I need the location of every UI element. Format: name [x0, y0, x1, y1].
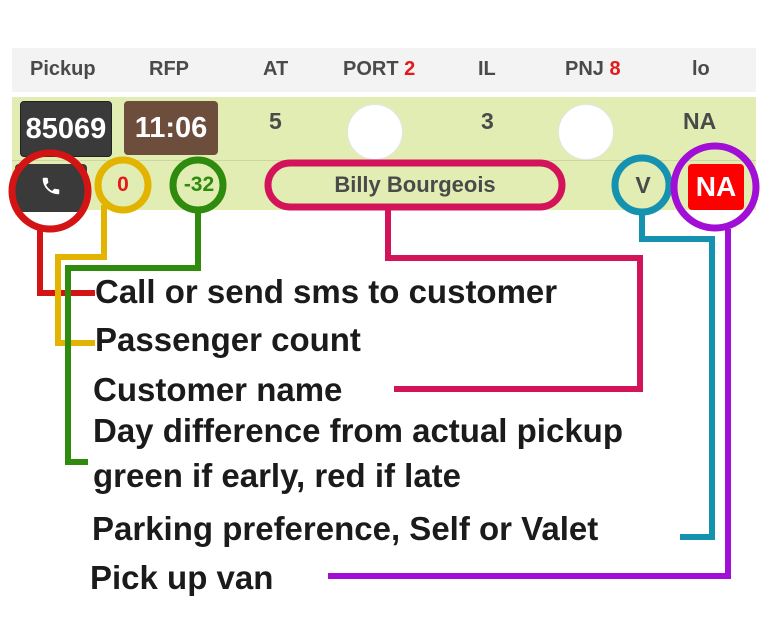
van-marker-circle: [670, 142, 760, 232]
parking-marker-circle: [611, 154, 673, 216]
parking-connector: [639, 212, 715, 540]
annotation-parking: Parking preference, Self or Valet: [92, 510, 599, 547]
name-marker-rect: [264, 159, 566, 211]
annotation-passengers: Passenger count: [95, 321, 361, 358]
annotation-daydiff-line1: Day difference from actual pickup: [93, 412, 623, 449]
passenger-marker-circle: [94, 156, 152, 214]
call-marker-circle: [8, 149, 92, 233]
annotation-call: Call or send sms to customer: [95, 273, 558, 310]
annotation-name: Customer name: [93, 371, 343, 408]
annotation-van: Pick up van: [90, 559, 274, 596]
daydiff-marker-circle: [169, 156, 227, 214]
annotation-daydiff-line2: green if early, red if late: [93, 457, 462, 494]
